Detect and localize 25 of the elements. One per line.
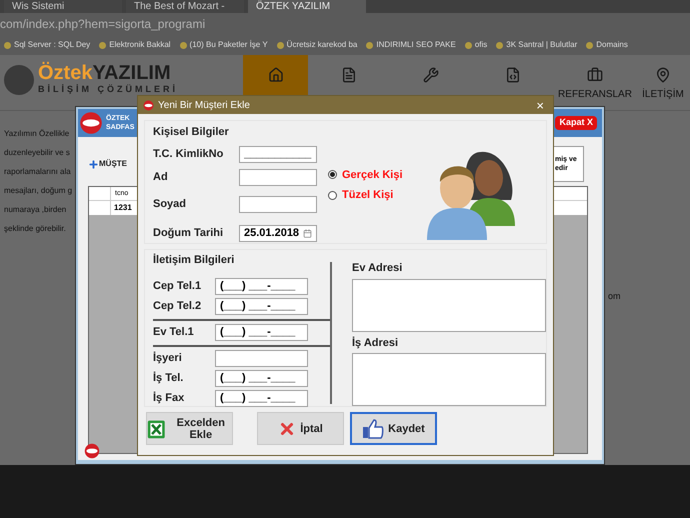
section-title: İletişim Bilgileri [153,252,236,268]
body-text: numaraya ,birden [4,204,66,216]
section-title: Kişisel Bilgiler [153,125,230,140]
body-text: om [608,290,621,303]
field-label: Doğum Tarihi [153,226,224,241]
body-text: mesajları, doğum g [4,185,72,197]
field-label: Cep Tel.1 [153,278,202,294]
field-label: İş Adresi [352,336,400,350]
field-label: Ev Adresi [352,261,404,276]
dialog-title: Yeni Bir Müşteri Ekle [158,98,250,112]
field-label: Cep Tel.2 [153,298,202,314]
logo-tagline: BİLİŞİM ÇÖZÜMLERİ [38,83,178,96]
field-label: Ad [153,170,169,185]
site-logo: ÖztekYAZILIM [38,63,172,83]
body-text: duzenleyebilir ve s [4,147,70,159]
table-cell-text: 1231 [113,202,132,214]
field-label: T.C. KimlikNo [153,146,224,162]
field-label: İş Tel. [153,370,184,386]
field-label: İşyeri [153,350,183,366]
field-label: İş Fax [153,390,186,406]
field-label: Soyad [153,196,188,212]
field-label: Ev Tel.1 [153,324,195,340]
body-text: raporlamalarını ala [4,166,71,178]
body-text: şeklinde görebilir. [4,223,66,235]
body-text: Yazılımın Özellikle [4,128,70,140]
